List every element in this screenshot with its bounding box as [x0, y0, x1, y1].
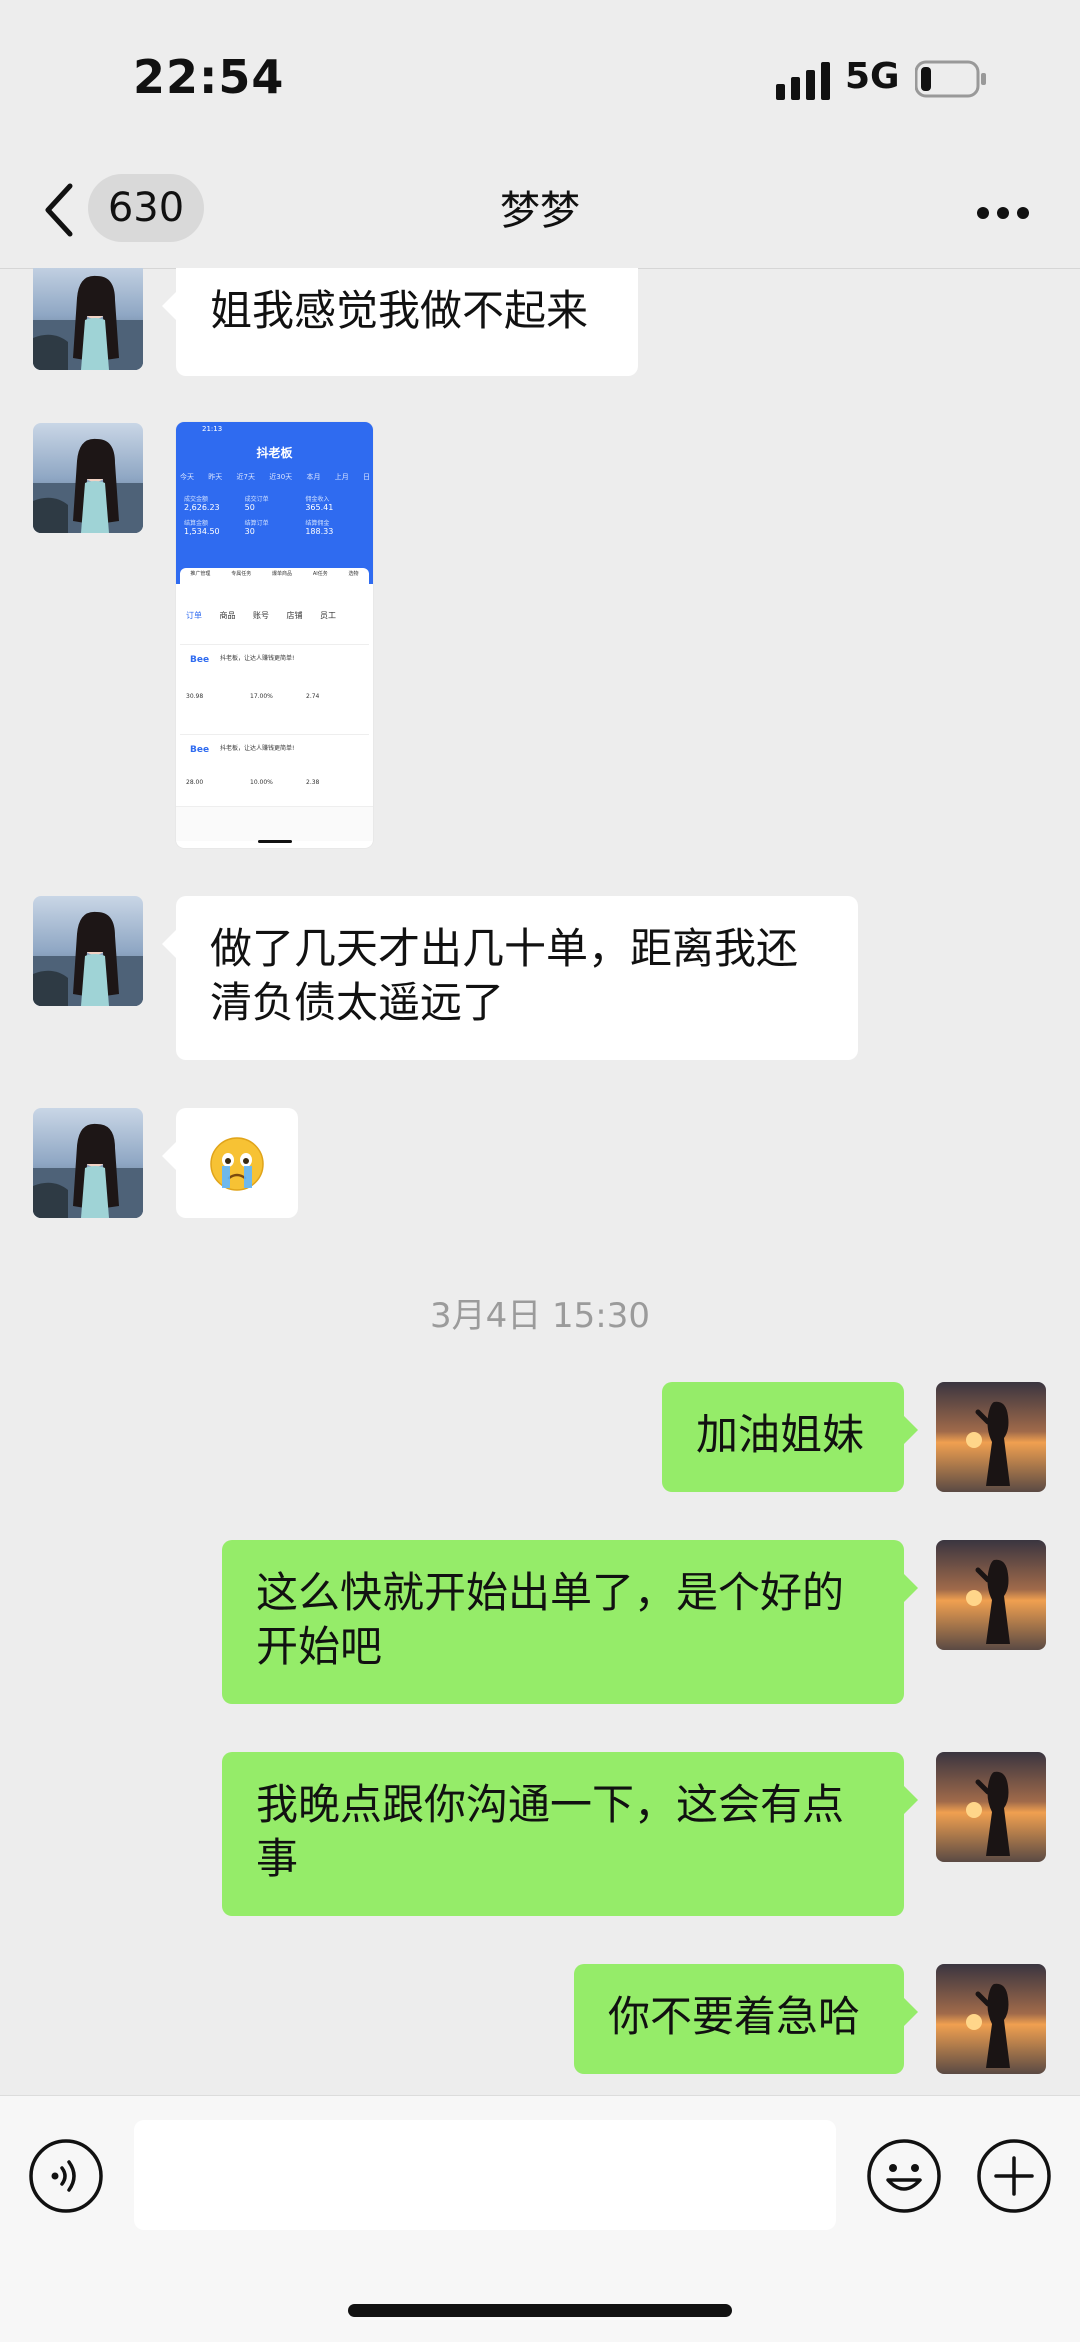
screenshot-tab: 上月: [334, 473, 349, 481]
contact-avatar[interactable]: [33, 896, 143, 1006]
screenshot-menu-item: 选物: [348, 571, 359, 577]
message-bubble[interactable]: 姐我感觉我做不起来: [162, 268, 638, 376]
stat-value: 2,626.23: [184, 503, 220, 512]
screenshot-menu-item: 爆单商品: [272, 571, 293, 577]
crying-face-icon: [210, 1137, 264, 1191]
message-text: 加油姐妹: [696, 1410, 865, 1459]
screenshot-menu-item: 推广管理: [190, 571, 211, 577]
screenshot-tab: 近30天: [269, 473, 293, 481]
order-amount: 28.00: [186, 779, 204, 786]
screenshot-status-time: 21:13: [202, 425, 223, 433]
message-bubble[interactable]: 我晚点跟你沟通一下，这会有点事: [222, 1752, 918, 1916]
message-bubble[interactable]: 😢: [162, 1108, 298, 1218]
screenshot-subtabs: 订单 商品 账号 店铺 员工: [186, 610, 336, 621]
order-rate: 10.00%: [250, 779, 273, 786]
stat-value: 365.41: [305, 503, 334, 512]
stat-label: 佣金收入: [305, 496, 330, 503]
input-bar: [0, 2095, 1080, 2342]
stat-value: 30: [244, 527, 255, 536]
contact-avatar[interactable]: [33, 268, 143, 370]
screenshot-subtab: 商品: [219, 611, 236, 620]
screenshot-tab: 昨天: [208, 473, 223, 481]
message-bubble[interactable]: 做了几天才出几十单，距离我还清负债太遥远了: [162, 896, 858, 1060]
chat-messages[interactable]: 姐我感觉我做不起来 21:13 抖老板 今天 昨天 近7天 近30天 本月 上月…: [0, 268, 1080, 2095]
my-avatar[interactable]: [936, 1752, 1046, 1862]
screenshot-tab: 今天: [180, 473, 194, 481]
order-text: 抖老板，让达人赚钱更简单!: [220, 655, 295, 662]
screenshot-subtab: 账号: [253, 611, 269, 620]
message-text: 我晚点跟你沟通一下，这会有点事: [256, 1780, 845, 1883]
my-avatar[interactable]: [936, 1964, 1046, 2074]
stat-value: 50: [244, 503, 255, 512]
screenshot-date-tabs: 今天 昨天 近7天 近30天 本月 上月 日: [180, 472, 370, 482]
screenshot-stats: 成交金额 2,626.23 成交订单 50 佣金收入 365.41 结算金额 1,534…: [184, 494, 366, 536]
message-timestamp: 3月4日 15:30: [429, 1296, 651, 1336]
screenshot-order-card: Bee 抖老板，让达人赚钱更简单! 28.00 10.00% 2.38: [180, 734, 369, 815]
voice-icon[interactable]: [28, 2138, 104, 2214]
screenshot-tab: 日: [362, 473, 370, 481]
my-avatar[interactable]: [936, 1382, 1046, 1492]
chat-title: 梦梦: [500, 188, 580, 234]
more-icon[interactable]: [976, 206, 1030, 220]
stat-label: 结算佣金: [305, 520, 330, 527]
screenshot-menu-item: 专属任务: [231, 571, 252, 577]
order-rate: 17.00%: [250, 693, 273, 700]
screenshot-tab: 近7天: [236, 473, 255, 481]
screenshot-subtab: 员工: [320, 611, 336, 620]
stat-label: 成交金额: [184, 496, 209, 503]
emoji-icon[interactable]: [866, 2138, 942, 2214]
screenshot-tab: 本月: [306, 473, 321, 481]
screenshot-title: 抖老板: [256, 446, 293, 460]
message-text: 这么快就开始出单了，是个好的开始吧: [256, 1568, 845, 1671]
status-time: 22:54: [133, 50, 285, 104]
stat-label: 结算订单: [244, 520, 269, 527]
plus-icon[interactable]: [976, 2138, 1052, 2214]
chat-header: 630 梦梦: [0, 150, 1080, 269]
status-bar: 22:54 5G: [0, 0, 1080, 150]
screenshot-bottom-nav: [176, 806, 373, 841]
stat-value: 1,534.50: [184, 527, 220, 536]
message-text: 姐我感觉我做不起来: [210, 286, 589, 335]
screenshot-home-indicator: [258, 840, 292, 843]
order-commission: 2.38: [306, 779, 320, 786]
message-input[interactable]: [134, 2120, 836, 2230]
signal-icon: [776, 62, 830, 100]
order-commission: 2.74: [306, 693, 320, 700]
screenshot-subtab: 订单: [186, 611, 202, 620]
my-avatar[interactable]: [936, 1540, 1046, 1650]
stat-label: 结算金额: [184, 520, 209, 527]
unread-count-badge[interactable]: 630: [88, 174, 204, 242]
stat-label: 成交订单: [244, 496, 269, 503]
screenshot-order-card: Bee 抖老板，让达人赚钱更简单! 30.98 17.00% 2.74: [180, 644, 369, 725]
order-text: 抖老板，让达人赚钱更简单!: [220, 745, 295, 752]
screenshot-menu: 推广管理 专属任务 爆单商品 AI任务 选物: [180, 568, 369, 600]
screenshot-subtab: 店铺: [286, 611, 303, 620]
order-amount: 30.98: [186, 693, 204, 700]
battery-icon: [915, 60, 986, 98]
screenshot-menu-item: AI任务: [312, 571, 328, 577]
message-bubble[interactable]: 加油姐妹: [662, 1382, 918, 1492]
message-text: 你不要着急哈: [608, 1992, 861, 2041]
contact-avatar[interactable]: [33, 1108, 143, 1218]
network-type: 5G: [845, 56, 900, 97]
message-bubble[interactable]: 你不要着急哈: [574, 1964, 918, 2074]
chevron-left-icon[interactable]: [40, 182, 80, 238]
stat-value: 188.33: [305, 527, 334, 536]
home-indicator: [348, 2304, 732, 2317]
image-message[interactable]: 21:13 抖老板 今天 昨天 近7天 近30天 本月 上月 日 成交金额 2,6…: [176, 422, 373, 848]
contact-avatar[interactable]: [33, 423, 143, 533]
message-text: 做了几天才出几十单，距离我还清负债太遥远了: [210, 924, 799, 1027]
message-bubble[interactable]: 这么快就开始出单了，是个好的开始吧: [222, 1540, 918, 1704]
